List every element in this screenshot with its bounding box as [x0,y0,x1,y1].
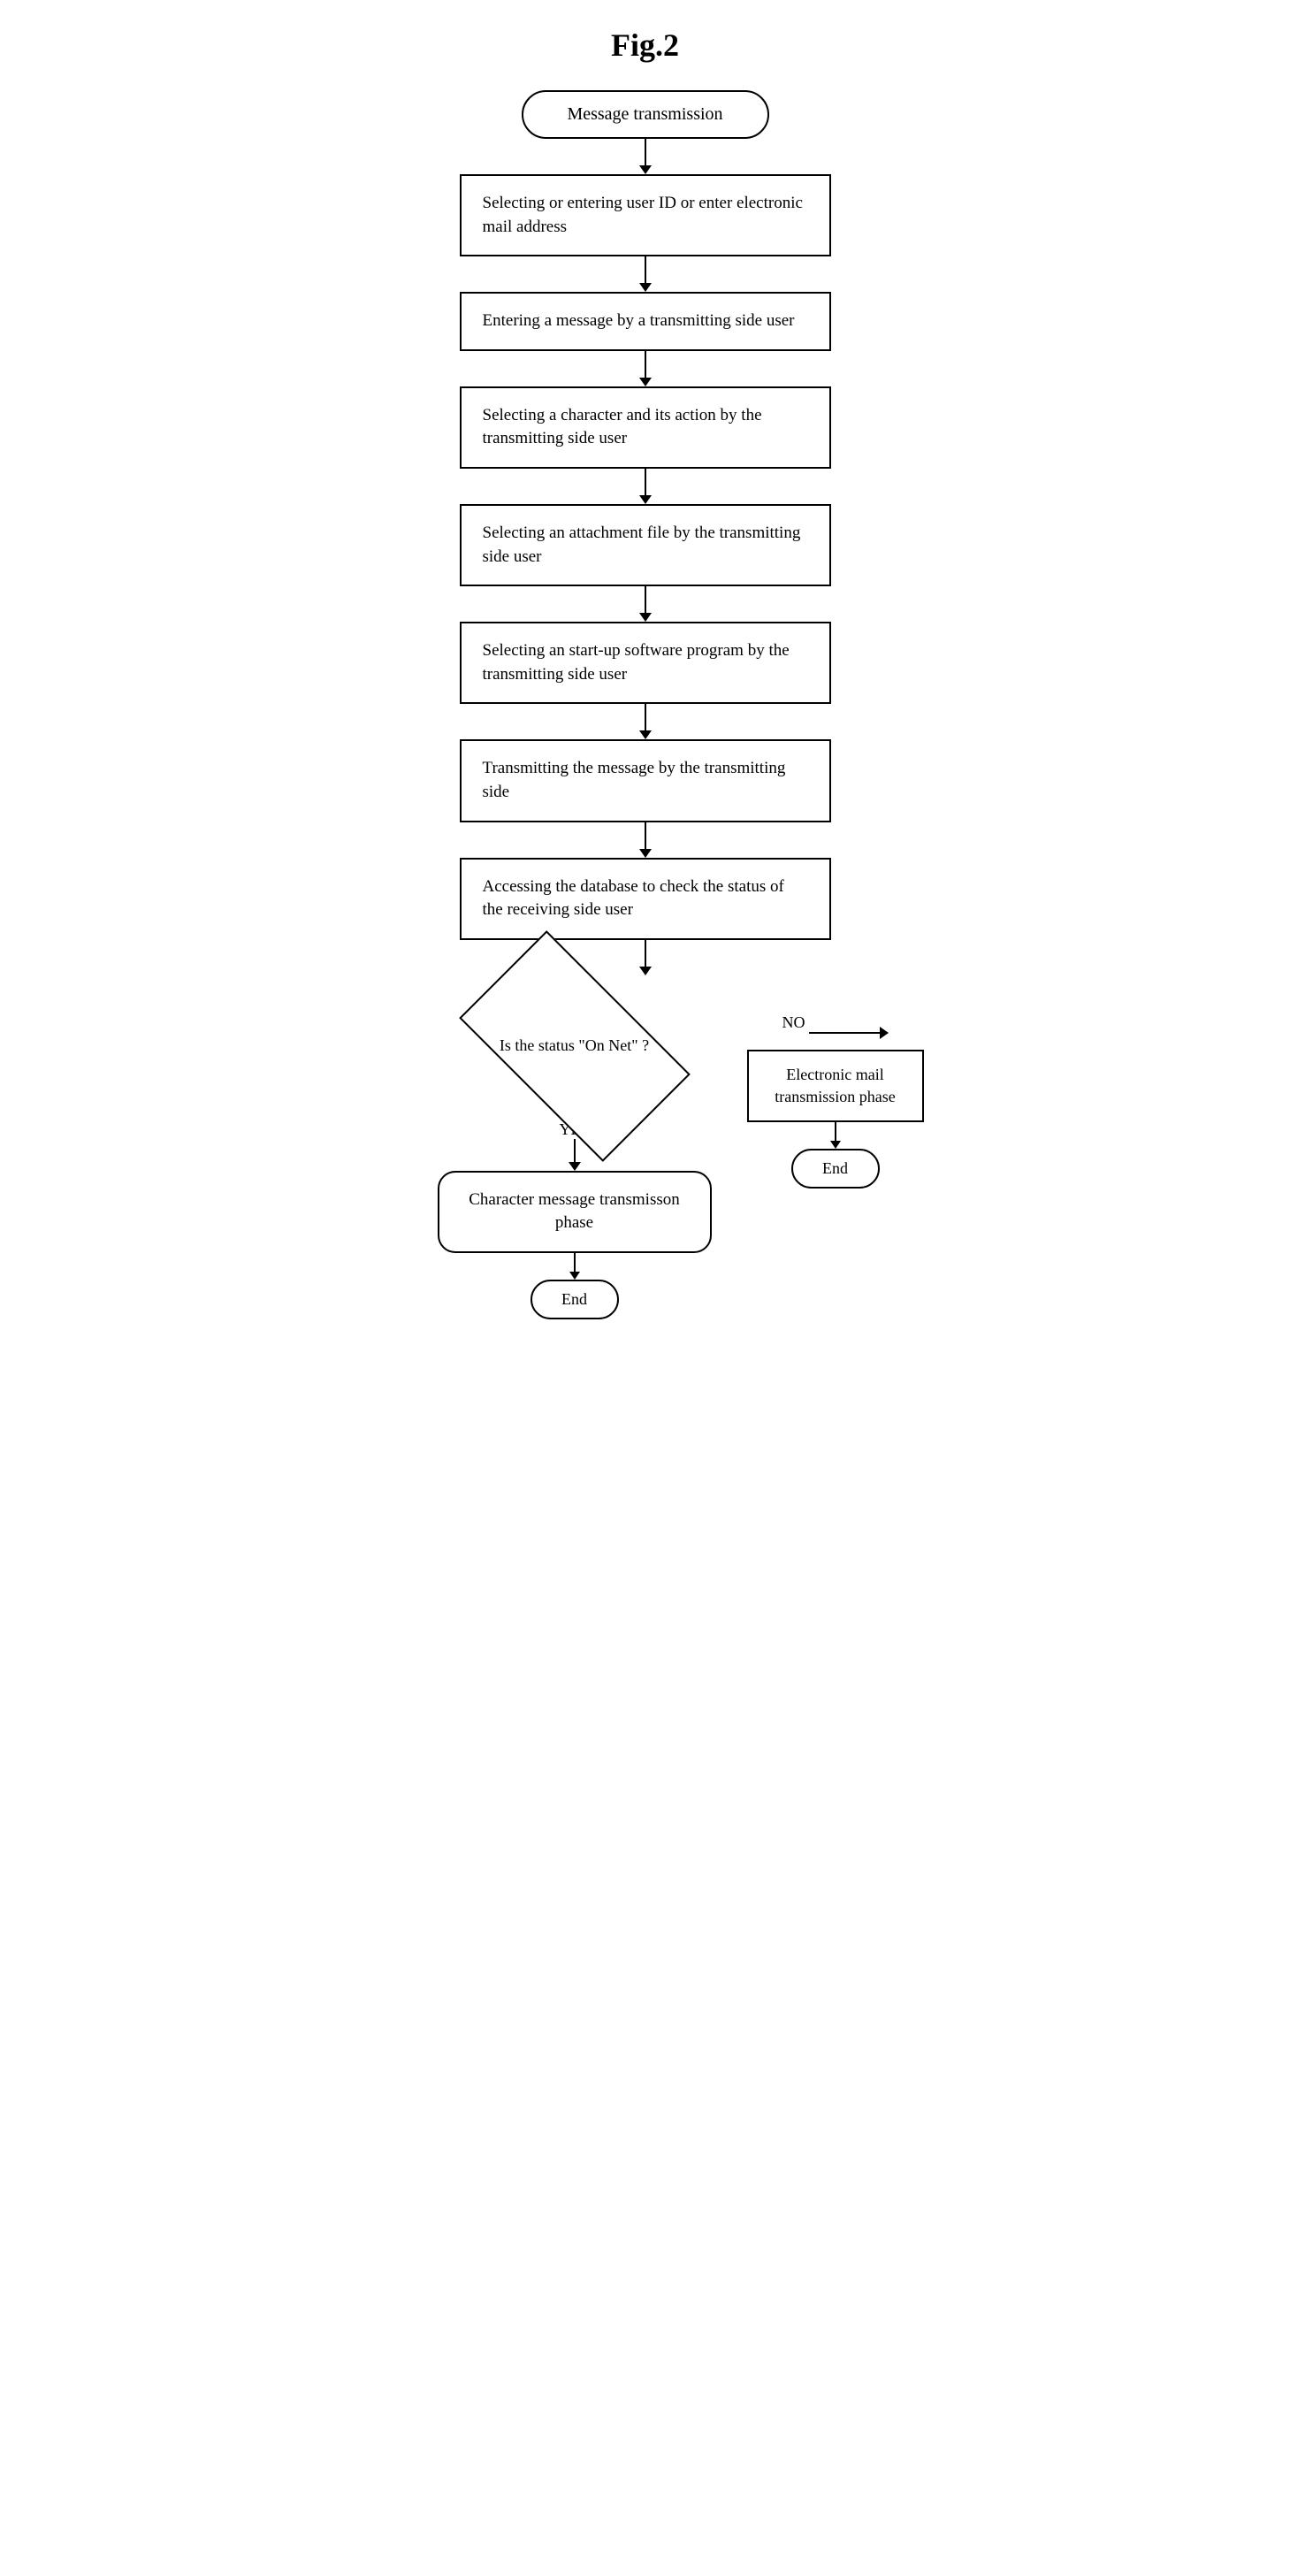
left-phase-box: Character message transmisson phase [438,1171,712,1253]
flowchart: Message transmission Selecting or enteri… [323,90,968,1319]
left-end-terminal: End [531,1280,619,1319]
arrow-1 [639,139,652,174]
step4-box: Selecting an attachment file by the tran… [460,504,831,586]
arrow-7 [639,822,652,858]
arrow-head [639,165,652,174]
right-end-terminal: End [791,1149,880,1189]
no-connector: NO [782,1024,889,1043]
arrow-line [645,256,646,283]
start-terminal: Message transmission [522,90,769,139]
no-arrow-head [880,1027,889,1039]
arrow-head [639,378,652,386]
arrow-5 [639,586,652,622]
right-column: NO Electronic mail transmission phase En… [747,975,924,1189]
arrow-line [574,1139,576,1162]
arrow-head [830,1141,841,1149]
arrow-line [645,822,646,849]
arrow-line [835,1122,836,1141]
left-end-arrow [569,1253,580,1280]
arrow-head [639,967,652,975]
step5-box: Selecting an start-up software program b… [460,622,831,704]
step2-box: Entering a message by a transmitting sid… [460,292,831,351]
figure-title: Fig.2 [611,27,679,64]
right-branch-box: Electronic mail transmission phase [747,1050,924,1122]
arrow-line [645,940,646,967]
page: Fig.2 Message transmission Selecting or … [323,27,968,1319]
arrow-3 [639,351,652,386]
step3-box: Selecting a character and its action by … [460,386,831,469]
decision-area: Is the status "On Net" ? YES Character m… [336,975,955,1319]
arrow-line [645,469,646,495]
no-label: NO [782,1013,805,1032]
arrow-head [639,495,652,504]
no-branch: NO Electronic mail transmission phase En… [747,1024,924,1189]
right-end-arrow [830,1122,841,1149]
arrow-line [645,351,646,378]
arrow-8 [639,940,652,975]
step6-box: Transmitting the message by the transmit… [460,739,831,822]
arrow-head [639,613,652,622]
decision-text: Is the status "On Net" ? [491,1035,658,1057]
step1-box: Selecting or entering user ID or enter e… [460,174,831,256]
arrow-4 [639,469,652,504]
arrow-line [574,1253,576,1272]
left-column: Is the status "On Net" ? YES Character m… [438,975,712,1319]
decision-diamond: Is the status "On Net" ? [460,975,690,1117]
arrow-head [569,1162,581,1171]
arrow-head [569,1272,580,1280]
yes-arrow [569,1139,581,1171]
arrow-6 [639,704,652,739]
arrow-2 [639,256,652,292]
arrow-head [639,849,652,858]
arrow-line [645,586,646,613]
yes-branch: YES Character message transmisson phase … [438,1117,712,1319]
arrow-line [645,704,646,730]
no-h-line [809,1032,880,1034]
arrow-line [645,139,646,165]
arrow-head [639,283,652,292]
arrow-head [639,730,652,739]
step7-box: Accessing the database to check the stat… [460,858,831,940]
